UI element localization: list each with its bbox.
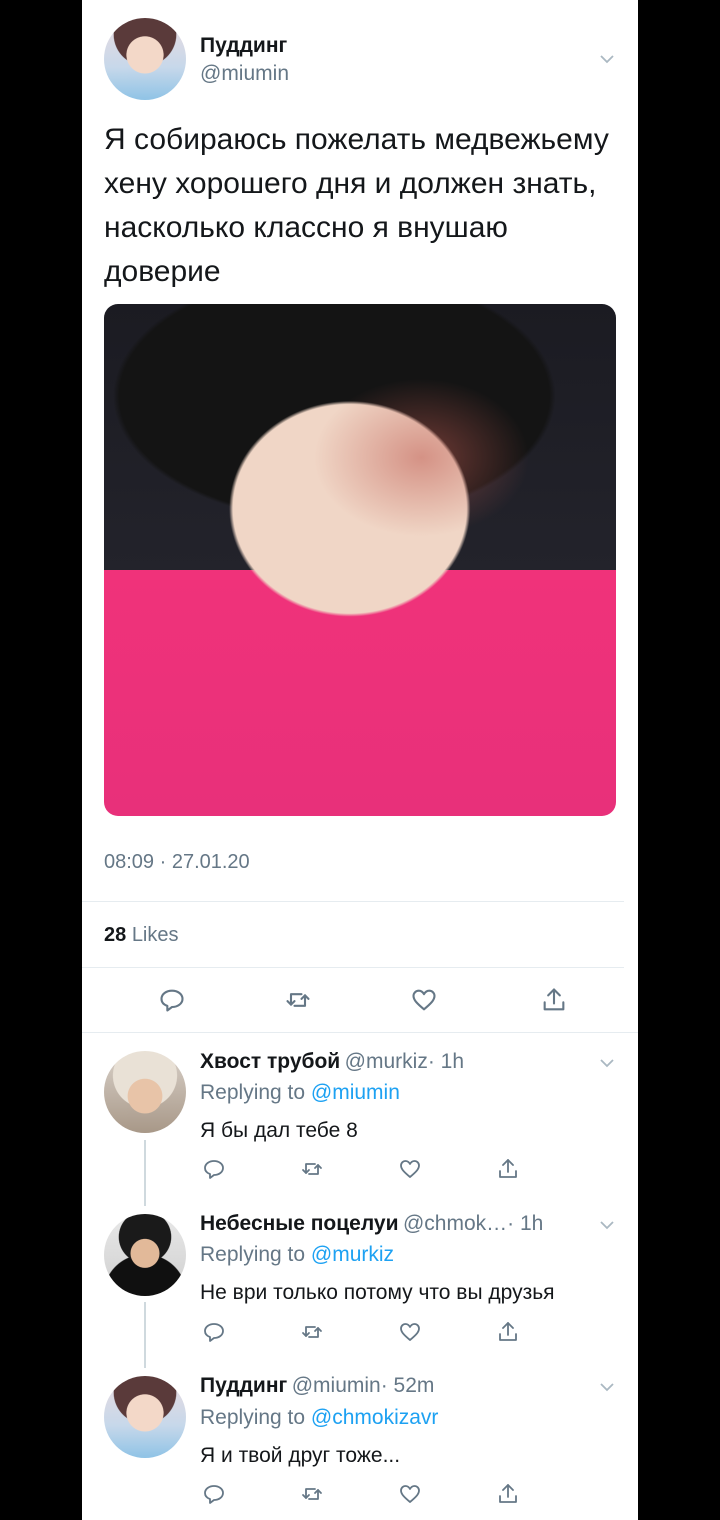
thread-line	[144, 1140, 146, 1206]
replying-prefix: Replying to	[200, 1406, 306, 1429]
like-icon[interactable]	[398, 1320, 422, 1344]
retweet-icon[interactable]	[300, 1157, 324, 1181]
like-icon[interactable]	[398, 1157, 422, 1181]
divider	[82, 901, 624, 902]
retweet-icon[interactable]	[284, 986, 312, 1014]
reply-author-handle[interactable]: @chmok…	[403, 1212, 507, 1235]
retweet-icon[interactable]	[300, 1320, 324, 1344]
likes-stat[interactable]: 28 Likes	[104, 924, 179, 947]
tweet-timestamp[interactable]: 08:09 · 27.01.20	[104, 851, 250, 874]
share-icon[interactable]	[496, 1320, 520, 1344]
share-icon[interactable]	[496, 1482, 520, 1506]
reply-author-name[interactable]: Пуддинг	[200, 1374, 287, 1397]
replying-prefix: Replying to	[200, 1243, 306, 1266]
author-name[interactable]: Пуддинг	[200, 34, 287, 58]
replying-to-link[interactable]: @miumin	[311, 1081, 400, 1104]
divider	[82, 967, 624, 968]
reply-text: Я бы дал тебе 8	[200, 1119, 358, 1142]
replying-to-link[interactable]: @chmokizavr	[311, 1406, 439, 1429]
thread-line	[144, 1302, 146, 1368]
reply-icon[interactable]	[158, 986, 186, 1014]
reply-header: Хвост трубой @murkiz· 1h	[200, 1050, 464, 1074]
chevron-down-icon[interactable]	[598, 1054, 616, 1077]
reply-header: Небесные поцелуи @chmok…· 1h	[200, 1212, 543, 1236]
share-icon[interactable]	[540, 986, 568, 1014]
tweet-card: Пуддинг @miumin Я собираюсь пожелать мед…	[82, 0, 638, 1520]
reply-author-name[interactable]: Небесные поцелуи	[200, 1212, 399, 1235]
replying-to-link[interactable]: @murkiz	[311, 1243, 394, 1266]
replying-prefix: Replying to	[200, 1081, 306, 1104]
reply-avatar[interactable]	[104, 1214, 186, 1296]
retweet-icon[interactable]	[300, 1482, 324, 1506]
reply-text: Я и твой друг тоже...	[200, 1444, 401, 1467]
reply-time: · 1h	[507, 1212, 544, 1235]
replying-to: Replying to @chmokizavr	[200, 1406, 438, 1430]
tweet-text: Я собираюсь пожелать медвежьему хену хор…	[104, 123, 609, 288]
reply-author-name[interactable]: Хвост трубой	[200, 1050, 340, 1073]
reply-icon[interactable]	[202, 1482, 226, 1506]
reply-time: · 1h	[427, 1050, 465, 1073]
reply-avatar[interactable]	[104, 1051, 186, 1133]
reply-icon[interactable]	[202, 1157, 226, 1181]
reply-author-handle[interactable]: @murkiz	[345, 1050, 428, 1073]
replying-to: Replying to @miumin	[200, 1081, 400, 1105]
reply-icon[interactable]	[202, 1320, 226, 1344]
author-avatar[interactable]	[104, 18, 186, 100]
reply-avatar[interactable]	[104, 1376, 186, 1458]
tweet-photo[interactable]	[104, 304, 616, 816]
reply-time: · 52m	[380, 1374, 435, 1397]
likes-count: 28	[104, 924, 127, 946]
chevron-down-icon[interactable]	[598, 1378, 616, 1401]
chevron-down-icon[interactable]	[598, 50, 616, 73]
reply-author-handle[interactable]: @miumin	[292, 1374, 381, 1397]
author-handle[interactable]: @miumin	[200, 62, 289, 86]
likes-label: Likes	[131, 924, 179, 946]
divider	[82, 1032, 638, 1033]
reply-header: Пуддинг @miumin· 52m	[200, 1374, 434, 1398]
chevron-down-icon[interactable]	[598, 1216, 616, 1239]
like-icon[interactable]	[410, 986, 438, 1014]
replying-to: Replying to @murkiz	[200, 1243, 394, 1267]
share-icon[interactable]	[496, 1157, 520, 1181]
like-icon[interactable]	[398, 1482, 422, 1506]
reply-text: Не ври только потому что вы друзья	[200, 1281, 555, 1304]
